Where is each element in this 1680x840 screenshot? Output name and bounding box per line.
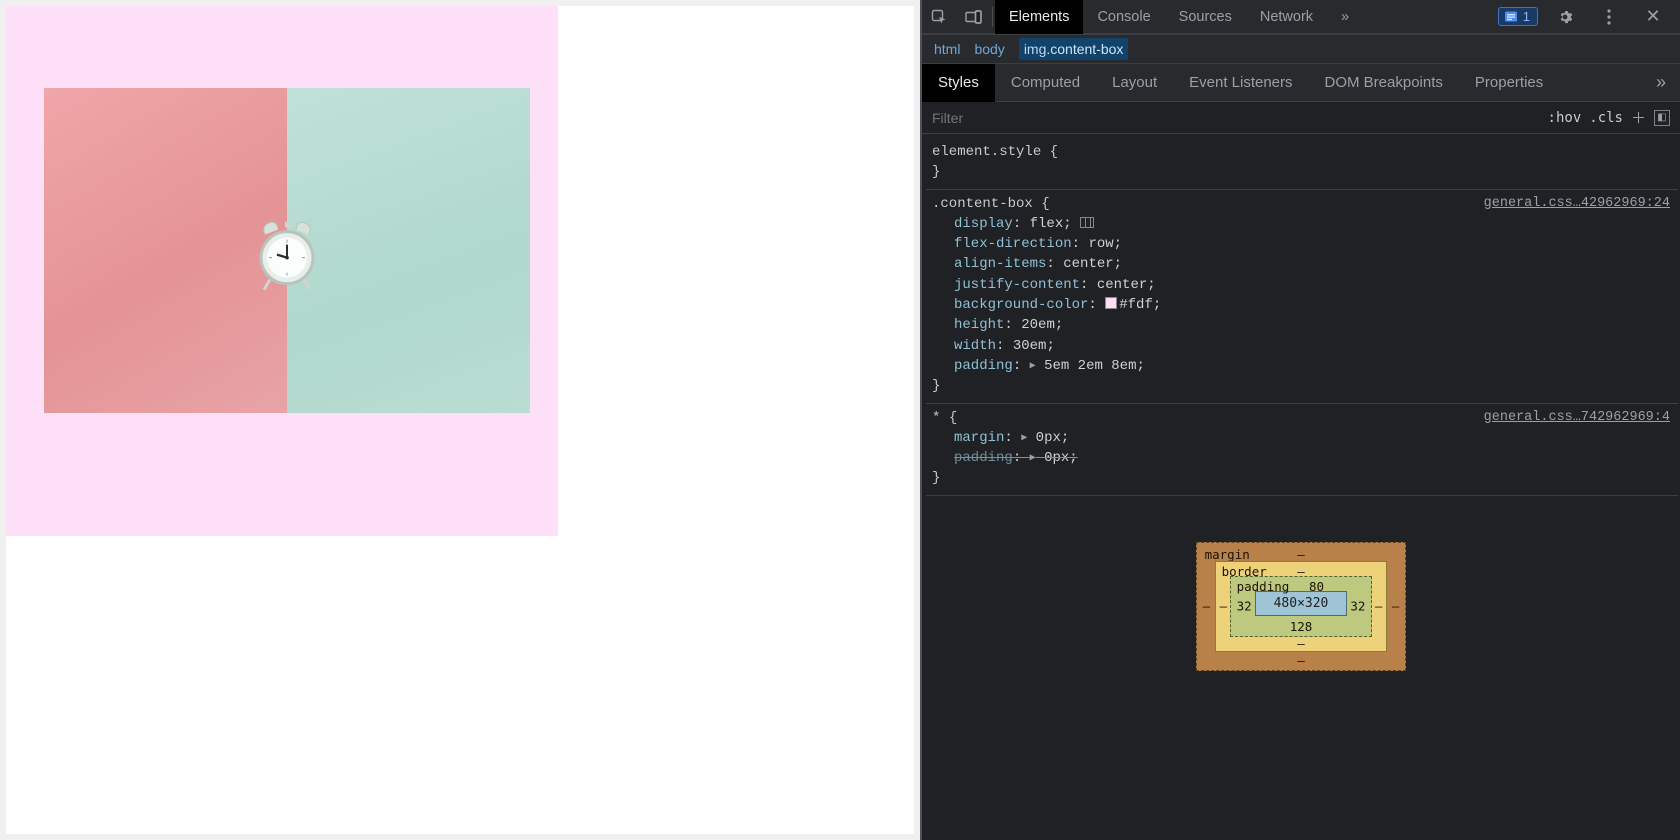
- rule-element-style[interactable]: element.style { }: [926, 138, 1678, 190]
- styles-filter-input[interactable]: [932, 110, 1540, 126]
- source-link[interactable]: general.css…742962969:4: [1484, 408, 1670, 428]
- devtools-tabs: Elements Console Sources Network »: [995, 0, 1363, 34]
- page-viewport: [0, 0, 920, 840]
- devtools-toolbar: Elements Console Sources Network » 1 ✕: [922, 0, 1680, 34]
- expand-shorthand-icon[interactable]: ▶: [1021, 432, 1027, 447]
- styles-subtabs: Styles Computed Layout Event Listeners D…: [922, 64, 1680, 102]
- crumb-html[interactable]: html: [934, 41, 960, 57]
- rule-content-box[interactable]: general.css…42962969:24 .content-box { d…: [926, 190, 1678, 404]
- tabs-overflow-icon[interactable]: »: [1327, 0, 1363, 34]
- box-model-diagram[interactable]: margin – – – – border – – – – padding 80…: [922, 500, 1680, 840]
- subtab-styles[interactable]: Styles: [922, 64, 995, 102]
- settings-gear-icon[interactable]: [1548, 0, 1582, 34]
- tab-console[interactable]: Console: [1083, 0, 1164, 34]
- close-devtools-icon[interactable]: ✕: [1636, 0, 1670, 34]
- subtab-computed[interactable]: Computed: [995, 64, 1096, 102]
- source-link[interactable]: general.css…42962969:24: [1484, 194, 1670, 214]
- subtabs-overflow-icon[interactable]: »: [1642, 72, 1680, 93]
- subtab-properties[interactable]: Properties: [1459, 64, 1559, 102]
- styles-filter-row: :hov .cls ＋ ◧: [922, 102, 1680, 134]
- new-style-rule-icon[interactable]: ＋: [1631, 107, 1646, 128]
- alarm-clock-icon: [250, 211, 324, 293]
- subtab-event-listeners[interactable]: Event Listeners: [1173, 64, 1308, 102]
- rule-universal[interactable]: general.css…742962969:4 * { margin: ▶ 0p…: [926, 404, 1678, 496]
- inspect-element-icon[interactable]: [922, 0, 956, 34]
- issues-count: 1: [1523, 9, 1530, 24]
- crumb-img-content-box[interactable]: img.content-box: [1019, 38, 1129, 60]
- hover-toggle[interactable]: :hov: [1548, 110, 1582, 126]
- cls-toggle[interactable]: .cls: [1589, 110, 1623, 126]
- computed-styles-sidebar-icon[interactable]: ◧: [1654, 110, 1670, 126]
- subtab-dom-breakpoints[interactable]: DOM Breakpoints: [1309, 64, 1459, 102]
- css-rules-pane: element.style { } general.css…42962969:2…: [922, 134, 1680, 500]
- issues-badge[interactable]: 1: [1498, 7, 1538, 26]
- page-canvas: [6, 6, 914, 834]
- tab-network[interactable]: Network: [1246, 0, 1327, 34]
- kebab-menu-icon[interactable]: [1592, 0, 1626, 34]
- device-toolbar-icon[interactable]: [956, 0, 990, 34]
- content-box-element[interactable]: [6, 6, 558, 536]
- crumb-body[interactable]: body: [974, 41, 1004, 57]
- devtools-panel: Elements Console Sources Network » 1 ✕ h…: [920, 0, 1680, 840]
- box-model-content: 480×320: [1255, 591, 1348, 616]
- tab-sources[interactable]: Sources: [1165, 0, 1246, 34]
- clock-photo: [44, 88, 530, 413]
- dom-breadcrumb: html body img.content-box: [922, 34, 1680, 64]
- expand-shorthand-icon[interactable]: ▶: [1030, 452, 1036, 467]
- flex-editor-icon[interactable]: [1080, 217, 1094, 228]
- expand-shorthand-icon[interactable]: ▶: [1030, 360, 1036, 375]
- tab-elements[interactable]: Elements: [995, 0, 1083, 34]
- subtab-layout[interactable]: Layout: [1096, 64, 1173, 102]
- color-swatch-icon[interactable]: [1105, 297, 1117, 309]
